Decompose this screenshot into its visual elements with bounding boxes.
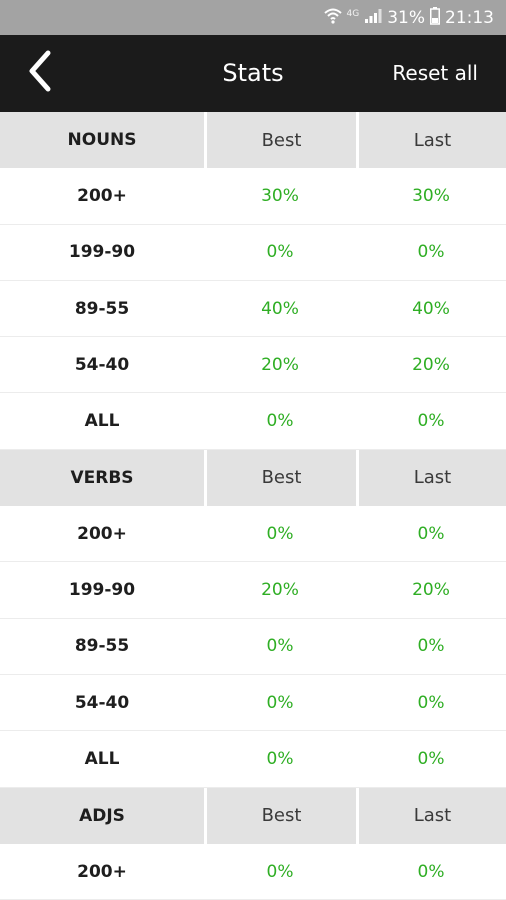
table-row: 200+ 0% 0% — [0, 506, 506, 563]
range-label: 54-40 — [74, 354, 130, 375]
section-header-adjs: ADJS Best Last — [0, 787, 506, 844]
status-icons: 4G 31% 21:13 — [323, 0, 494, 35]
section-title: ADJS — [0, 787, 204, 844]
best-column-header: Best — [204, 112, 356, 169]
best-score: 0% — [266, 861, 294, 882]
last-score: 40% — [412, 298, 450, 319]
last-column-header: Last — [356, 787, 506, 844]
table-row: 200+ 0% 0% — [0, 843, 506, 900]
section-header-nouns: NOUNS Best Last — [0, 112, 506, 169]
table-row: 54-40 20% 20% — [0, 337, 506, 394]
last-score: 20% — [412, 354, 450, 375]
last-score: 30% — [412, 185, 450, 206]
last-score: 0% — [417, 748, 445, 769]
table-row: 199-90 20% 20% — [0, 562, 506, 619]
best-column-header: Best — [204, 449, 356, 507]
last-score: 0% — [417, 692, 445, 713]
best-score: 20% — [261, 354, 299, 375]
reset-all-button[interactable]: Reset all — [392, 35, 478, 112]
best-column-header: Best — [204, 787, 356, 844]
section-header-verbs: VERBS Best Last — [0, 449, 506, 507]
range-label: 200+ — [77, 185, 127, 206]
signal-icon — [364, 8, 382, 28]
last-score: 0% — [417, 411, 445, 432]
wifi-icon — [323, 8, 342, 28]
range-label: 54-40 — [74, 692, 130, 713]
range-label: 200+ — [77, 523, 127, 544]
best-score: 30% — [261, 185, 299, 206]
section-title: NOUNS — [0, 112, 204, 169]
last-score: 0% — [417, 636, 445, 657]
best-score: 0% — [266, 523, 294, 544]
table-row: 200+ 30% 30% — [0, 168, 506, 225]
best-score: 0% — [266, 692, 294, 713]
best-score: 40% — [261, 298, 299, 319]
best-score: 20% — [261, 580, 299, 601]
table-row: ALL 0% 0% — [0, 393, 506, 450]
range-label: 199-90 — [68, 242, 136, 263]
status-time: 21:13 — [445, 7, 494, 28]
status-bar: 4G 31% 21:13 — [0, 0, 506, 35]
range-label: 89-55 — [74, 636, 130, 657]
range-label: 199-90 — [68, 580, 136, 601]
battery-percent: 31% — [387, 7, 425, 28]
table-row: 89-55 40% 40% — [0, 280, 506, 338]
battery-icon — [430, 6, 440, 29]
app-bar: Stats Reset all — [0, 35, 506, 112]
best-score: 0% — [266, 748, 294, 769]
table-row: ALL 0% 0% — [0, 731, 506, 788]
range-label: ALL — [84, 748, 120, 769]
best-score: 0% — [266, 636, 294, 657]
last-score: 0% — [417, 242, 445, 263]
range-label: 89-55 — [74, 298, 130, 319]
last-score: 0% — [417, 523, 445, 544]
last-score: 20% — [412, 580, 450, 601]
table-row: 89-55 0% 0% — [0, 618, 506, 675]
last-score: 0% — [417, 861, 445, 882]
best-score: 0% — [266, 242, 294, 263]
range-label: 200+ — [77, 861, 127, 882]
range-label: ALL — [84, 411, 120, 432]
last-column-header: Last — [356, 112, 506, 169]
table-row: 199-90 0% 0% — [0, 224, 506, 281]
last-column-header: Last — [356, 449, 506, 507]
table-row: 54-40 0% 0% — [0, 674, 506, 732]
best-score: 0% — [266, 411, 294, 432]
network-type-icon: 4G — [346, 9, 360, 19]
stats-table: NOUNS Best Last 200+ 30% 30% 199-90 0% 0… — [0, 112, 506, 900]
section-title: VERBS — [0, 449, 204, 507]
